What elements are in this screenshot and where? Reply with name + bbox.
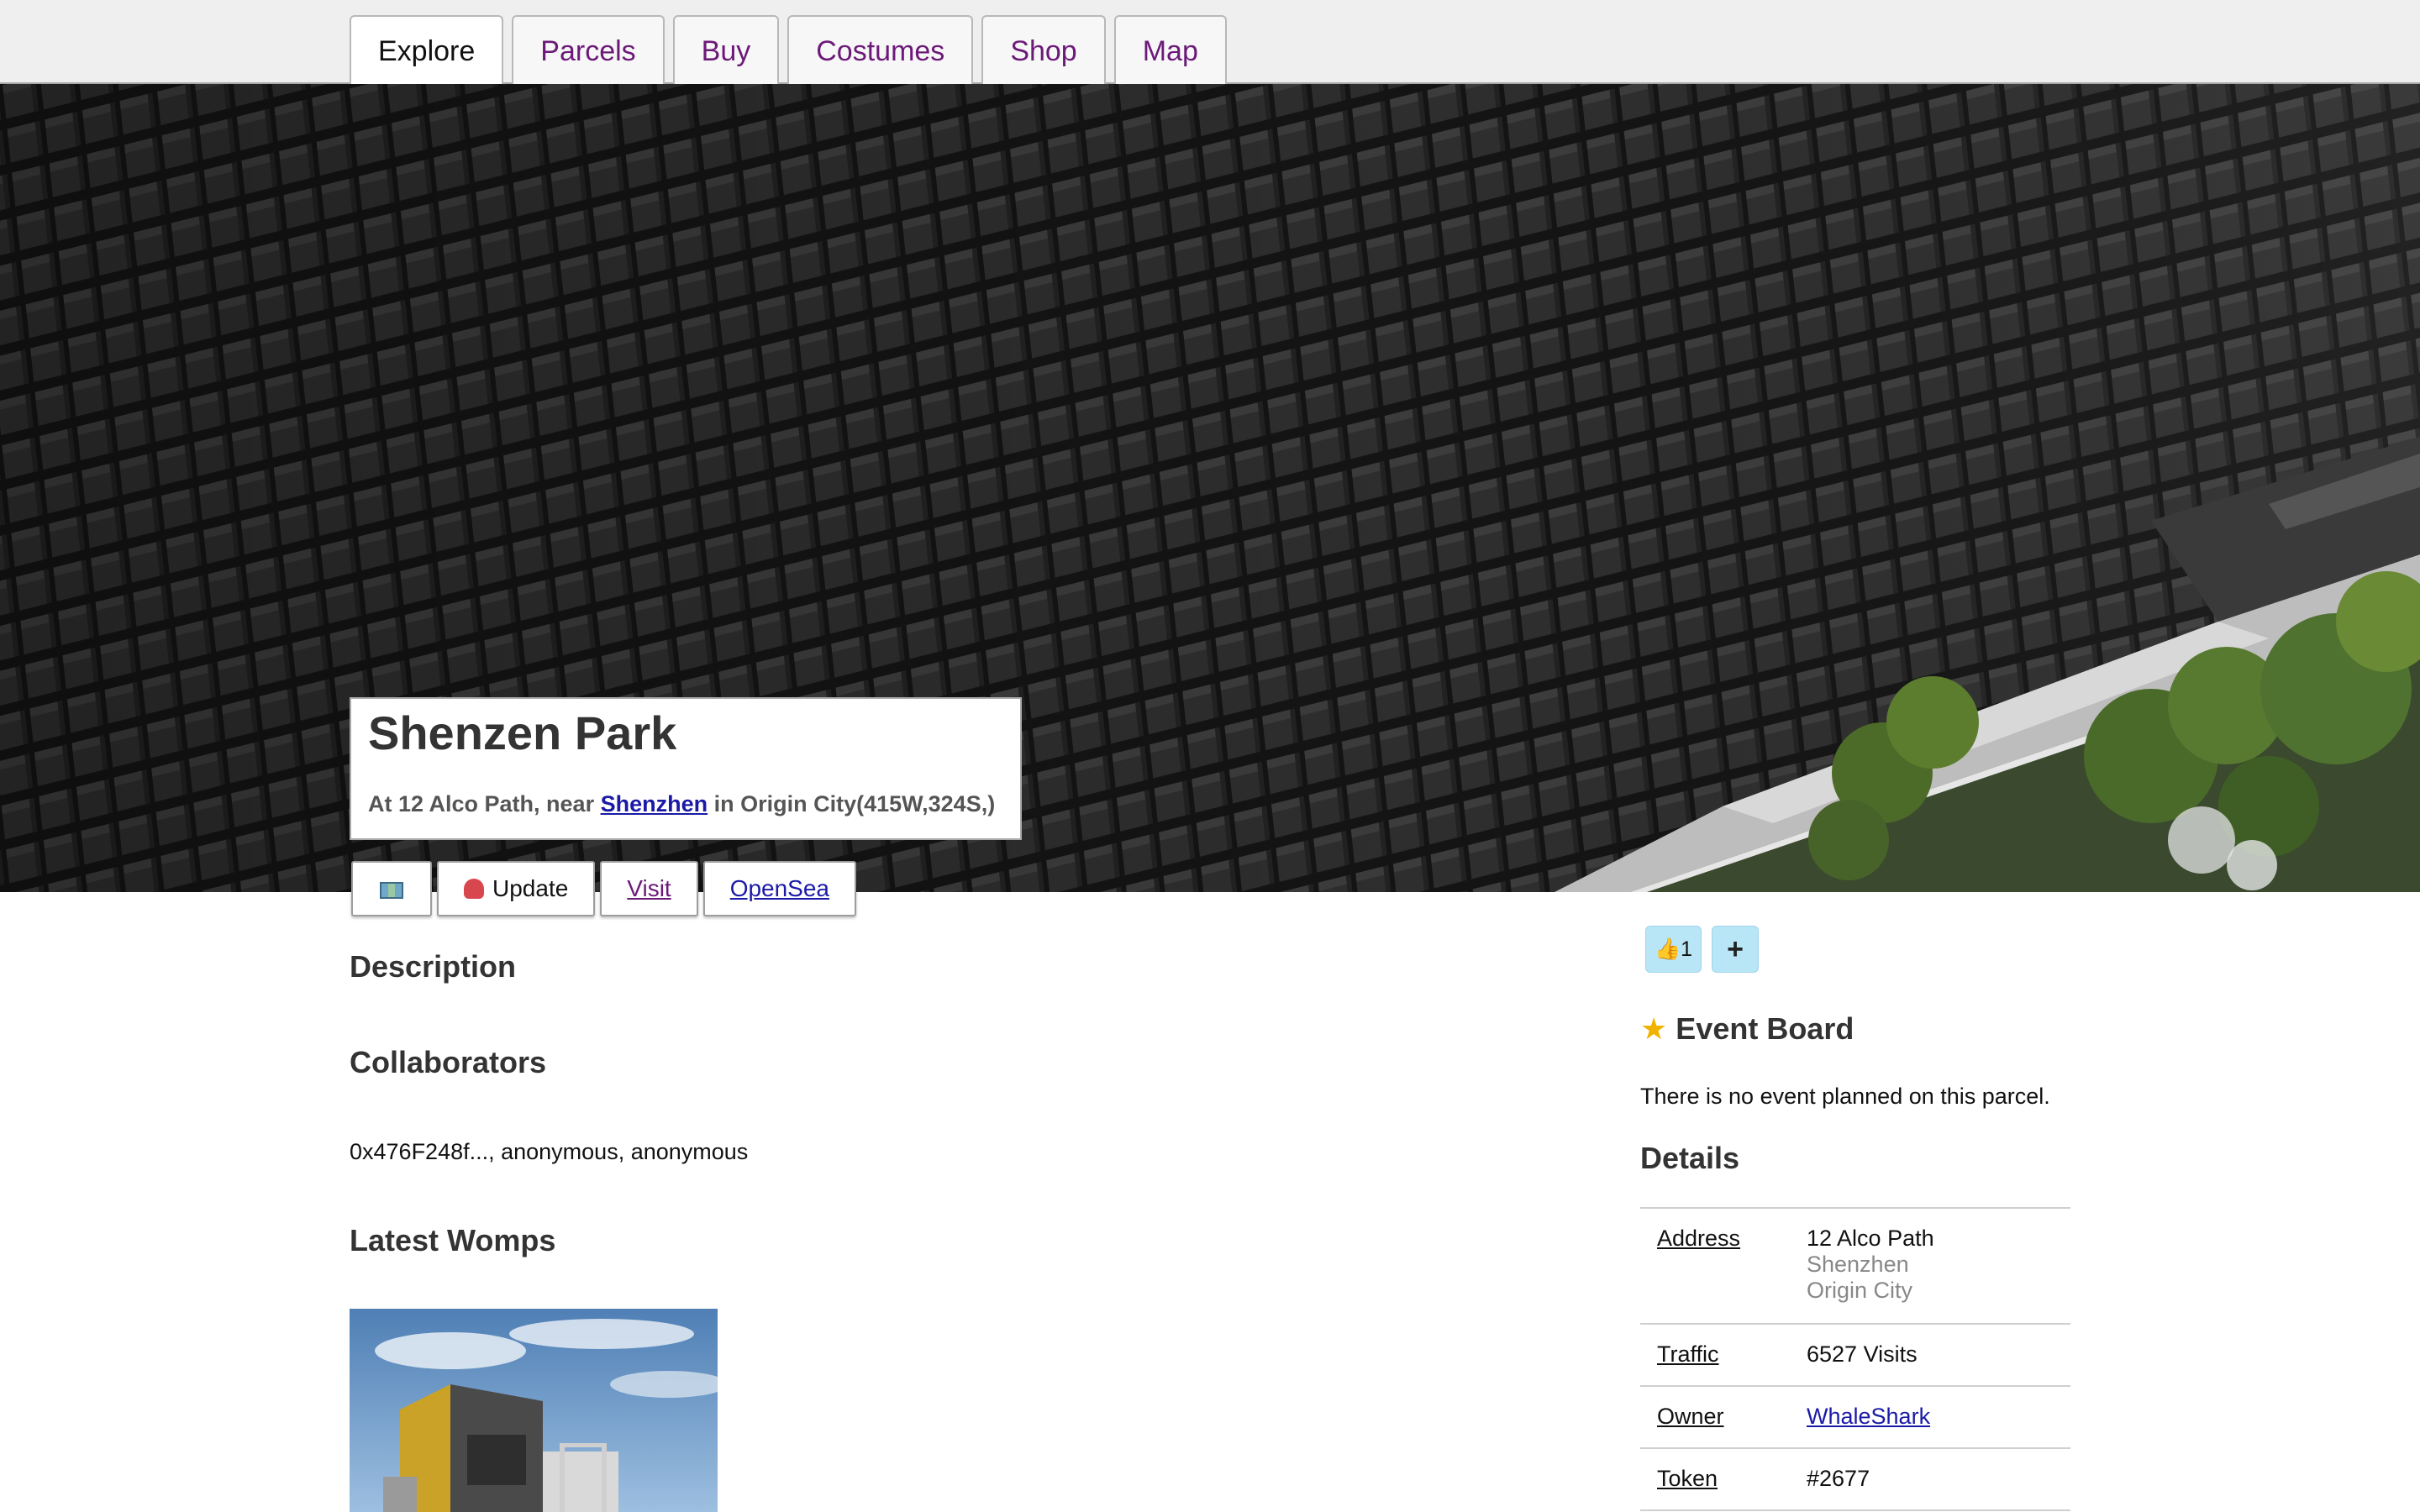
token-value: #2677 [1807, 1466, 1870, 1491]
tab-costumes[interactable]: Costumes [787, 15, 974, 84]
details-row-traffic: Traffic 6527 Visits [1640, 1325, 2070, 1387]
details-heading: Details [1640, 1141, 1740, 1175]
visit-button[interactable]: Visit [600, 861, 698, 916]
parcel-action-buttons: Update Visit OpenSea [351, 861, 857, 916]
update-label: Update [492, 875, 569, 901]
womp-image [350, 1309, 718, 1512]
visit-label: Visit [627, 875, 671, 901]
owner-label[interactable]: Owner [1640, 1404, 1807, 1447]
description-heading: Description [350, 949, 517, 984]
collaborators-heading: Collaborators [350, 1045, 547, 1079]
reaction-buttons: 👍1 + [1645, 926, 1760, 973]
details-row-owner: Owner WhaleShark [1640, 1387, 2070, 1449]
address-line1: 12 Alco Path [1807, 1226, 1934, 1251]
owner-value: WhaleShark [1807, 1404, 1930, 1447]
opensea-label: OpenSea [729, 875, 830, 901]
tab-shop[interactable]: Shop [981, 15, 1106, 84]
star-icon: ★ [1640, 1011, 1668, 1046]
traffic-label[interactable]: Traffic [1640, 1341, 1807, 1385]
event-board-title: Event Board [1676, 1011, 1854, 1046]
tab-explore[interactable]: Explore [350, 15, 504, 86]
like-count: 1 [1681, 937, 1693, 961]
top-nav-bar: Explore Parcels Buy Costumes Shop Map [0, 0, 2420, 86]
update-button[interactable]: Update [437, 861, 596, 916]
address-line3: Origin City [1807, 1278, 1913, 1303]
map-button[interactable] [351, 861, 432, 916]
parcel-name: Shenzen Park [368, 706, 677, 759]
event-board-empty-text: There is no event planned on this parcel… [1640, 1084, 2050, 1109]
womp-thumbnail[interactable] [350, 1309, 718, 1512]
details-table: Address 12 Alco Path Shenzhen Origin Cit… [1640, 1207, 2070, 1511]
owner-link[interactable]: WhaleShark [1807, 1404, 1930, 1429]
opensea-button[interactable]: OpenSea [702, 861, 857, 916]
thumbs-up-icon: 👍 [1655, 937, 1681, 961]
parcel-hero-image: Shenzen Park At 12 Alco Path, near Shenz… [0, 84, 2420, 892]
parcel-title-card: Shenzen Park At 12 Alco Path, near Shenz… [350, 697, 1022, 840]
location-suffix: in Origin City(415W,324S,) [708, 791, 996, 816]
nav-tabs: Explore Parcels Buy Costumes Shop Map [350, 15, 1227, 86]
tab-buy[interactable]: Buy [672, 15, 780, 84]
octopus-icon [464, 879, 484, 899]
parcel-location: At 12 Alco Path, near Shenzhen in Origin… [368, 791, 995, 817]
details-row-token: Token #2677 [1640, 1449, 2070, 1511]
address-value: 12 Alco Path Shenzhen Origin City [1807, 1226, 1934, 1323]
suburb-link[interactable]: Shenzhen [601, 791, 708, 816]
tab-map[interactable]: Map [1113, 15, 1227, 84]
add-reaction-button[interactable]: + [1712, 926, 1760, 973]
event-board-heading: ★ Event Board [1640, 1011, 1854, 1047]
address-label[interactable]: Address [1640, 1226, 1807, 1323]
traffic-value: 6527 Visits [1807, 1341, 1918, 1367]
latest-womps-heading: Latest Womps [350, 1223, 556, 1257]
tab-parcels[interactable]: Parcels [512, 15, 665, 84]
location-prefix: At 12 Alco Path, near [368, 791, 601, 816]
map-icon [380, 881, 403, 899]
address-line2: Shenzhen [1807, 1252, 1909, 1277]
collaborators-list: 0x476F248f..., anonymous, anonymous [350, 1139, 749, 1164]
details-row-address: Address 12 Alco Path Shenzhen Origin Cit… [1640, 1209, 2070, 1325]
like-button[interactable]: 👍1 [1645, 926, 1702, 973]
token-label[interactable]: Token [1640, 1466, 1807, 1509]
